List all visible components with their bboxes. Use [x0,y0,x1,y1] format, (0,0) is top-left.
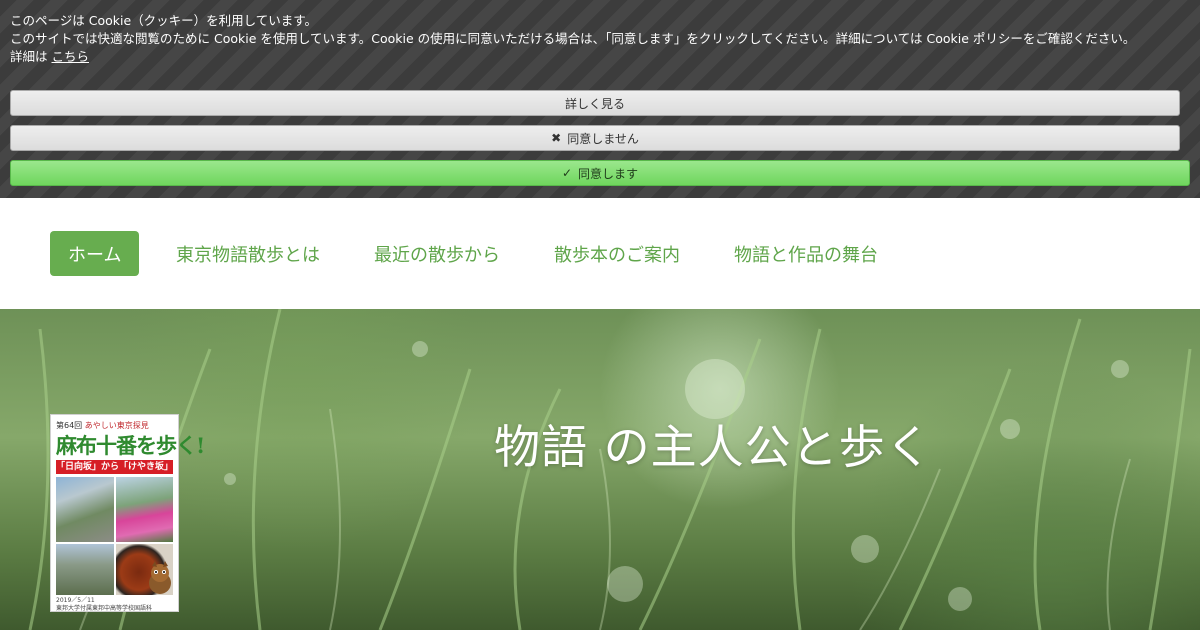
cookie-agree-label: 同意します [578,166,639,181]
nav-item-recent-walks[interactable]: 最近の散歩から [374,231,500,276]
cookie-details-link[interactable]: こちら [52,49,90,64]
nav-item-about[interactable]: 東京物語散歩とは [176,231,320,276]
cookie-line-2: このサイトでは快適な閲覧のために Cookie を使用しています。Cookie … [10,31,1136,46]
nav-item-home[interactable]: ホーム [50,231,140,276]
cookie-banner: このページは Cookie（クッキー）を利用しています。 このサイトでは快適な閲… [0,0,1200,198]
check-icon: ✓ [561,166,573,180]
mascot-icon [149,561,171,594]
poster-subtitle: 「日向坂」から「けやき坂」へ [56,460,173,474]
poster-series: あやしい東京探見 [84,421,149,430]
cookie-details-prefix: 詳細は [10,49,48,64]
cookie-line-3: 詳細は こちら [10,48,1135,66]
cookie-message: このページは Cookie（クッキー）を利用しています。 このサイトでは快適な閲… [10,12,1135,66]
poster-title: 麻布十番を歩く! [56,433,205,458]
poster-photo-street [56,477,114,542]
poster-thumbnail[interactable]: 第64回 あやしい東京探見 麻布十番を歩く! 「日向坂」から「けやき坂」へ 20… [50,414,205,613]
cookie-line-1: このページは Cookie（クッキー）を利用しています。 [10,13,318,28]
poster-date: 2019／5／11 [56,597,95,604]
cookie-more-label: 詳しく見る [564,96,625,111]
poster-photos [56,477,173,595]
poster-header: 第64回 あやしい東京探見 [56,420,173,431]
hero-banner: 第64回 あやしい東京探見 麻布十番を歩く! 「日向坂」から「けやき坂」へ 20… [0,309,1200,630]
nav-item-walk-books[interactable]: 散歩本のご案内 [554,231,680,276]
cookie-deny-button[interactable]: ✖ 同意しません [10,125,1180,151]
poster-footer: 2019／5／11 東邦大学付属東邦中高等学校国語科 [56,597,173,613]
poster-issue: 第64回 [56,421,83,430]
cookie-agree-button[interactable]: ✓ 同意します [10,160,1190,186]
cookie-deny-label: 同意しません [567,131,639,146]
close-icon: ✖ [551,131,562,145]
cookie-more-button[interactable]: 詳しく見る [10,90,1180,116]
nav-item-story-settings[interactable]: 物語と作品の舞台 [734,231,878,276]
main-nav: ホーム 東京物語散歩とは 最近の散歩から 散歩本のご案内 物語と作品の舞台 [0,198,1200,309]
poster-photo-building [56,544,114,595]
poster-org: 東邦大学付属東邦中高等学校国語科 [56,605,153,612]
hero-title: 物語 の主人公と歩く [494,420,933,474]
poster-photo-azaleas [116,477,173,542]
